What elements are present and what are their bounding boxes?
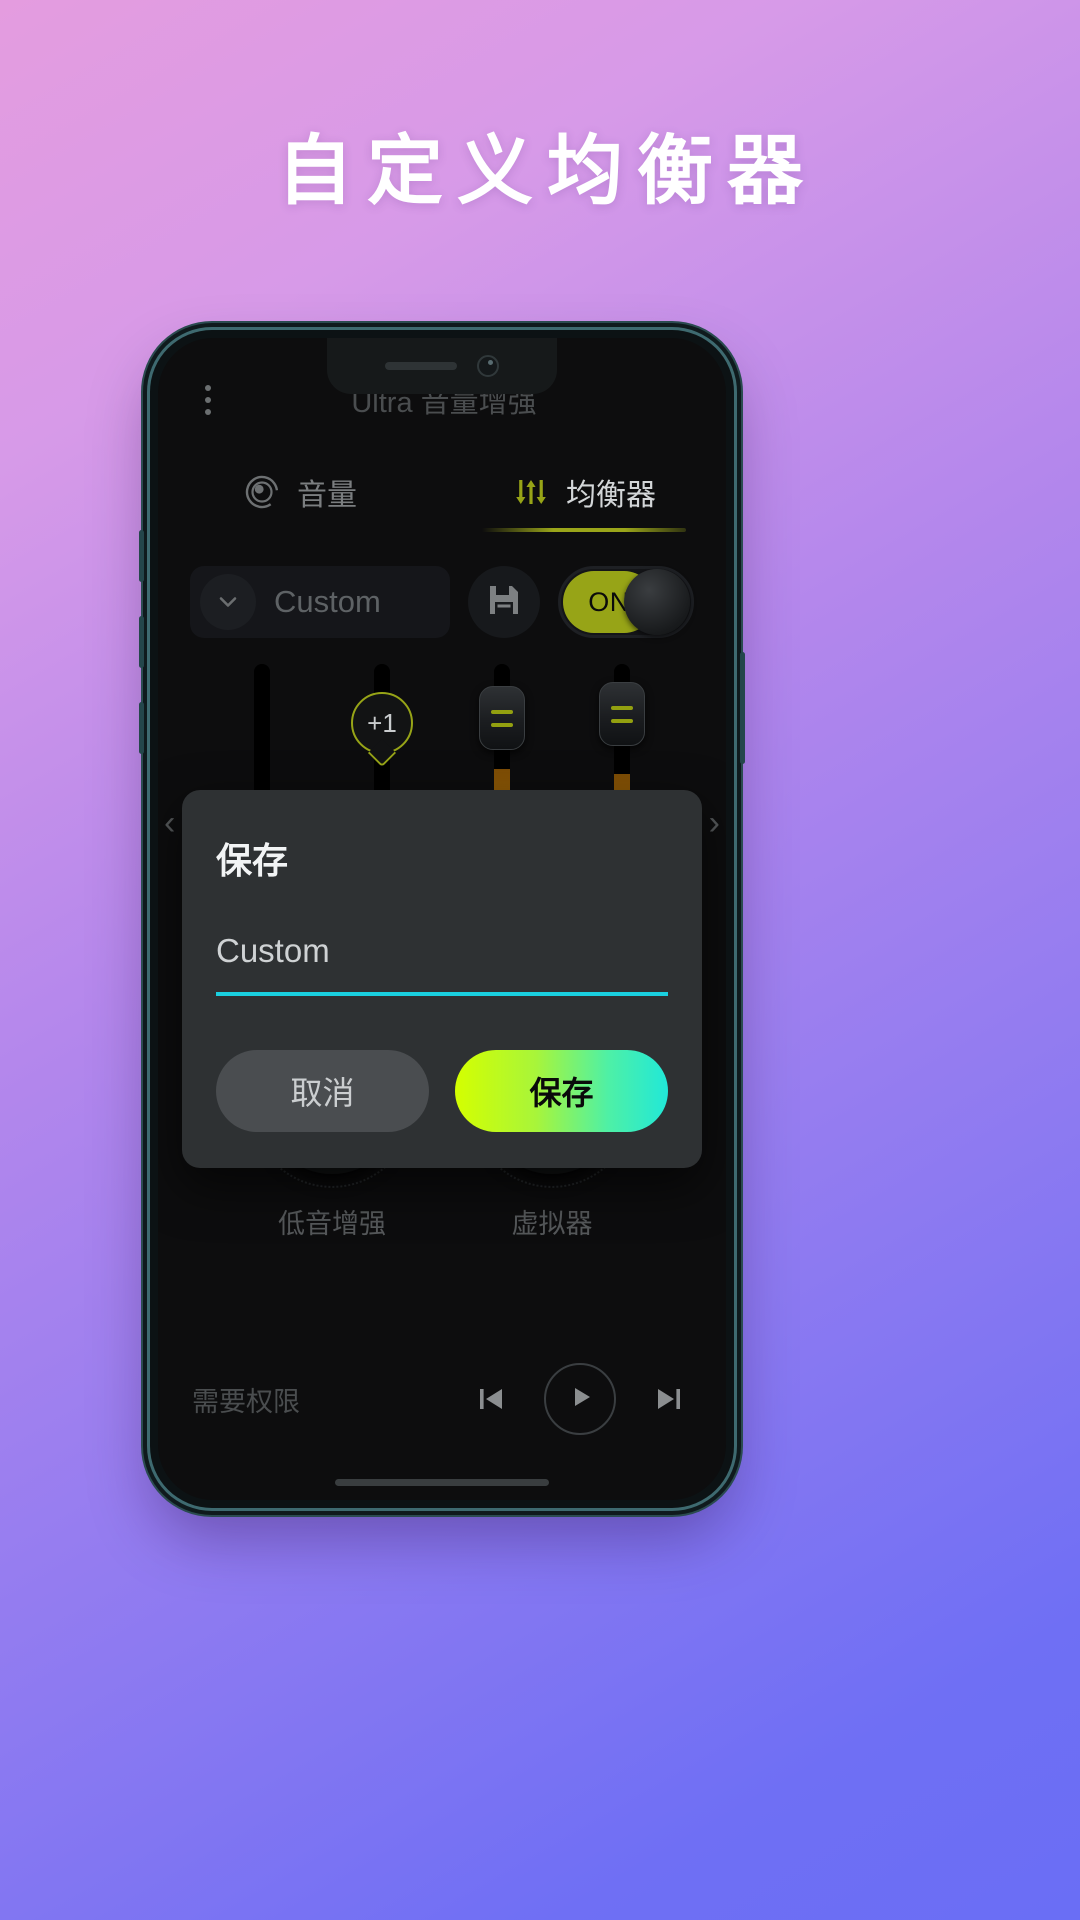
home-indicator: [335, 1479, 549, 1486]
equalizer-power-toggle[interactable]: ON: [558, 566, 694, 638]
save-button[interactable]: 保存: [455, 1050, 668, 1132]
eq-band-thumb[interactable]: [479, 686, 525, 750]
dialog-field: Custom: [216, 932, 668, 996]
toggle-thumb[interactable]: [624, 569, 690, 635]
front-camera-icon: [477, 355, 499, 377]
save-preset-button[interactable]: [468, 566, 540, 638]
phone-screen: Ultra 音量增强 音量 均衡器 Custom ON ‹ +1 › 低音增强 …: [158, 338, 726, 1500]
eq-band-thumb[interactable]: [599, 682, 645, 746]
phone-notch: [327, 338, 557, 394]
eq-band-value-label: +1: [367, 707, 397, 738]
tab-equalizer-label: 均衡器: [566, 479, 656, 512]
phone-mockup: Ultra 音量增强 音量 均衡器 Custom ON ‹ +1 › 低音增强 …: [139, 330, 745, 1508]
tab-volume[interactable]: 音量: [158, 446, 442, 538]
knob-label: 低音增强: [278, 1209, 386, 1239]
preset-name-label: Custom: [274, 584, 381, 619]
page-title: 自定义均衡器: [277, 129, 817, 214]
chevron-down-icon[interactable]: [200, 574, 256, 630]
dialog-actions: 取消 保存: [216, 1050, 668, 1132]
equalizer-sliders-icon: [512, 473, 550, 511]
eq-band-value-tooltip: +1: [351, 692, 413, 754]
chevron-left-icon[interactable]: ‹: [164, 804, 175, 843]
save-preset-dialog: 保存 Custom 取消 保存: [182, 790, 702, 1168]
dialog-title: 保存: [216, 840, 289, 881]
tab-equalizer[interactable]: 均衡器: [442, 446, 726, 538]
cancel-button[interactable]: 取消: [216, 1050, 429, 1132]
play-icon: [565, 1382, 595, 1417]
preset-name-input[interactable]: Custom: [216, 932, 668, 996]
volume-dial-icon: [243, 473, 281, 511]
tab-volume-label: 音量: [297, 479, 357, 512]
earpiece-speaker-icon: [385, 362, 457, 370]
skip-previous-icon[interactable]: [468, 1376, 514, 1422]
tab-bar: 音量 均衡器: [158, 446, 726, 538]
floppy-save-icon: [487, 583, 521, 622]
knob-label: 虚拟器: [511, 1209, 593, 1239]
preset-row: Custom ON: [190, 564, 694, 640]
play-button[interactable]: [544, 1363, 616, 1435]
preset-dropdown[interactable]: Custom: [190, 566, 450, 638]
chevron-right-icon[interactable]: ›: [709, 804, 720, 843]
kebab-menu-icon[interactable]: [184, 376, 232, 424]
permission-status-text[interactable]: 需要权限: [192, 1380, 468, 1419]
bottom-bar: 需要权限: [158, 1344, 726, 1454]
transport-controls: [468, 1363, 692, 1435]
skip-next-icon[interactable]: [646, 1376, 692, 1422]
